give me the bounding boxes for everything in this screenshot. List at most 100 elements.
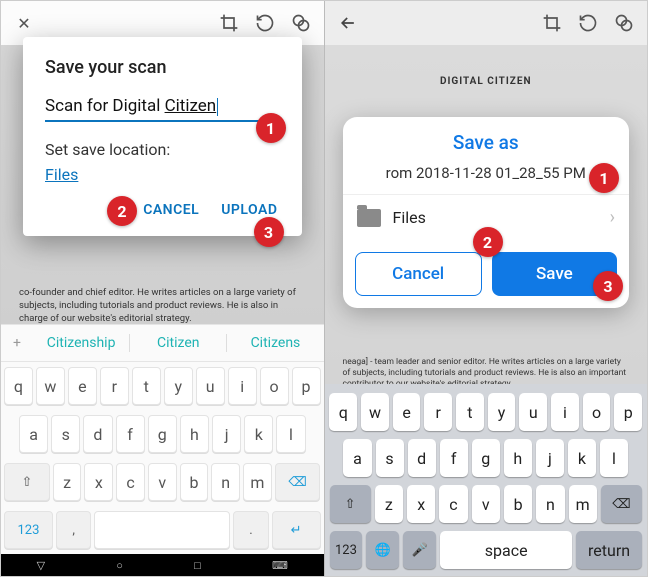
key-k[interactable]: k	[568, 439, 596, 477]
rotate-icon[interactable]	[254, 12, 276, 34]
key-o[interactable]: o	[583, 393, 611, 431]
home-nav-icon[interactable]: ○	[116, 559, 123, 572]
key-p[interactable]: p	[614, 393, 642, 431]
badge-3: 3	[254, 217, 284, 247]
key-k[interactable]: k	[244, 415, 273, 453]
key-a[interactable]: a	[343, 439, 371, 477]
badge-3: 3	[593, 271, 623, 301]
key-p[interactable]: p	[292, 367, 321, 405]
shift-key[interactable]: ⇧	[4, 463, 50, 501]
location-label: Set save location:	[45, 140, 280, 159]
key-s[interactable]: s	[376, 439, 404, 477]
key-m[interactable]: m	[243, 463, 272, 501]
shift-key[interactable]: ⇧	[330, 485, 371, 523]
key-j[interactable]: j	[212, 415, 241, 453]
recent-nav-icon[interactable]: □	[194, 559, 201, 572]
suggestion-1[interactable]: Citizenship	[33, 335, 129, 351]
key-v[interactable]: v	[148, 463, 177, 501]
key-t[interactable]: t	[132, 367, 161, 405]
ios-topbar	[325, 1, 648, 45]
key-d[interactable]: d	[83, 415, 112, 453]
key-y[interactable]: y	[164, 367, 193, 405]
badge-1: 1	[589, 163, 619, 193]
upload-button[interactable]: UPLOAD	[221, 202, 277, 218]
key-n[interactable]: n	[536, 485, 564, 523]
space-key[interactable]	[94, 511, 230, 549]
enter-key[interactable]: ↵	[272, 511, 321, 549]
key-m[interactable]: m	[569, 485, 597, 523]
key-i[interactable]: i	[228, 367, 257, 405]
key-row-1: qwertyuiop	[1, 362, 324, 410]
key-z[interactable]: z	[53, 463, 82, 501]
key-t[interactable]: t	[456, 393, 484, 431]
key-x[interactable]: x	[407, 485, 435, 523]
key-a[interactable]: a	[19, 415, 48, 453]
backspace-key[interactable]: ⌫	[275, 463, 321, 501]
key-y[interactable]: y	[488, 393, 516, 431]
comma-key[interactable]: ,	[56, 511, 91, 549]
key-c[interactable]: c	[116, 463, 145, 501]
files-link[interactable]: Files	[45, 165, 78, 184]
filename-display[interactable]: rom 2018-11-28 01_28_55 PM	[343, 158, 630, 194]
filter-icon[interactable]	[290, 12, 312, 34]
key-b[interactable]: b	[180, 463, 209, 501]
folder-icon	[357, 209, 381, 227]
key-g[interactable]: g	[472, 439, 500, 477]
key-q[interactable]: q	[4, 367, 33, 405]
key-r[interactable]: r	[424, 393, 452, 431]
key-x[interactable]: x	[84, 463, 113, 501]
mic-key[interactable]: 🎤	[403, 531, 436, 569]
crop-icon[interactable]	[218, 12, 240, 34]
globe-key[interactable]: 🌐	[366, 531, 399, 569]
badge-1: 1	[256, 113, 286, 143]
key-n[interactable]: n	[211, 463, 240, 501]
space-key[interactable]: space	[440, 531, 572, 569]
key-o[interactable]: o	[260, 367, 289, 405]
suggestion-plus[interactable]: +	[1, 335, 33, 351]
back-icon[interactable]	[337, 12, 359, 34]
key-l[interactable]: l	[600, 439, 628, 477]
cancel-button[interactable]: CANCEL	[143, 202, 199, 218]
key-h[interactable]: h	[180, 415, 209, 453]
key-u[interactable]: u	[519, 393, 547, 431]
key-i[interactable]: i	[551, 393, 579, 431]
period-key[interactable]: .	[233, 511, 268, 549]
suggestion-3[interactable]: Citizens	[227, 335, 323, 351]
key-z[interactable]: z	[375, 485, 403, 523]
dialog-title: Save your scan	[45, 57, 280, 78]
suggestion-2[interactable]: Citizen	[130, 335, 226, 351]
chevron-right-icon: ›	[610, 207, 615, 228]
rotate-icon[interactable]	[577, 12, 599, 34]
key-u[interactable]: u	[196, 367, 225, 405]
crop-icon[interactable]	[541, 12, 563, 34]
key-w[interactable]: w	[361, 393, 389, 431]
key-e[interactable]: e	[68, 367, 97, 405]
key-f[interactable]: f	[440, 439, 468, 477]
return-key[interactable]: return	[576, 531, 642, 569]
key-j[interactable]: j	[536, 439, 564, 477]
dialog-title: Save as	[343, 117, 630, 158]
key-w[interactable]: w	[36, 367, 65, 405]
back-nav-icon[interactable]: ▽	[37, 559, 45, 572]
numbers-key[interactable]: 123	[4, 511, 53, 549]
key-l[interactable]: l	[276, 415, 305, 453]
cancel-button[interactable]: Cancel	[355, 252, 482, 296]
keyboard-nav-icon[interactable]: ⌨	[272, 559, 288, 572]
numbers-key[interactable]: 123	[330, 531, 363, 569]
key-q[interactable]: q	[329, 393, 357, 431]
key-c[interactable]: c	[439, 485, 467, 523]
suggestion-bar: + Citizenship Citizen Citizens	[1, 324, 324, 362]
key-d[interactable]: d	[408, 439, 436, 477]
filter-icon[interactable]	[613, 12, 635, 34]
key-g[interactable]: g	[148, 415, 177, 453]
key-r[interactable]: r	[100, 367, 129, 405]
close-icon[interactable]: ✕	[13, 12, 35, 34]
key-e[interactable]: e	[393, 393, 421, 431]
key-b[interactable]: b	[504, 485, 532, 523]
key-s[interactable]: s	[51, 415, 80, 453]
key-f[interactable]: f	[116, 415, 145, 453]
backspace-key[interactable]: ⌫	[601, 485, 642, 523]
filename-input[interactable]: Scan for Digital Citizen	[45, 96, 280, 122]
key-h[interactable]: h	[504, 439, 532, 477]
key-v[interactable]: v	[472, 485, 500, 523]
